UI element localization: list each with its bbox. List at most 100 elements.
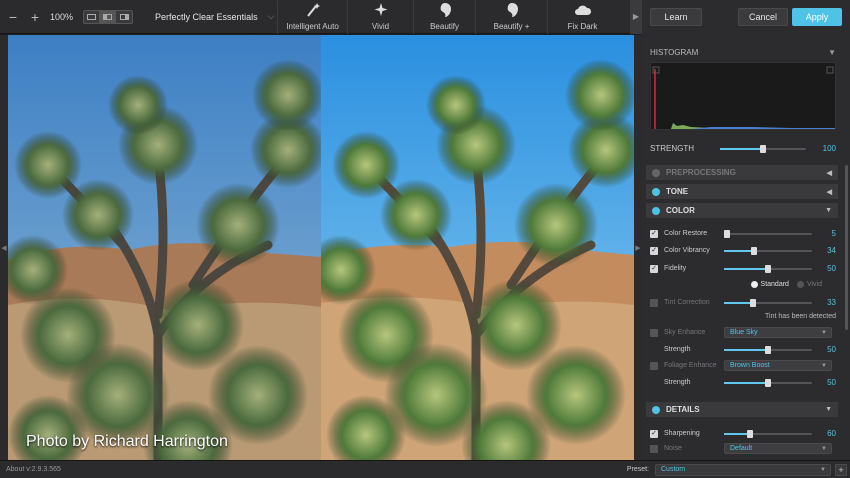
preset-label: Intelligent Auto [286,21,339,31]
foliage-enhance-select[interactable]: Brown Boost ▼ [724,360,832,371]
color-vibrancy-slider[interactable] [724,246,812,255]
preset-label: Fix Dark [567,21,598,31]
noise-checkbox[interactable] [650,444,658,453]
photo-credit: Photo by Richard Harrington [26,433,228,450]
strength-value: 100 [822,144,836,153]
fidelity-checkbox[interactable]: ✓ [650,264,658,273]
expand-icon: ◀ [826,169,832,177]
sharpening-slider[interactable] [724,429,812,438]
strength-slider[interactable] [720,144,806,153]
split-view-button[interactable] [100,10,117,23]
color-vibrancy-checkbox[interactable]: ✓ [650,246,658,255]
left-edge-handle[interactable]: ◀ [0,35,8,460]
foliage-strength-slider[interactable] [724,378,812,387]
collapse-icon: ▼ [825,207,832,214]
sky-enhance-checkbox[interactable] [650,328,658,337]
right-edge-handle[interactable]: ▶ [634,35,642,460]
sky-strength-row: Strength 50 [650,345,836,354]
fidelity-value: 50 [827,264,836,273]
sky-enhance-select[interactable]: Blue Sky ▼ [724,327,832,338]
preset-scroll-right-button[interactable]: ▶ [630,0,642,34]
side-by-side-icon [119,13,129,20]
sky-strength-slider[interactable] [724,345,812,354]
preset-fix-dark[interactable]: Fix Dark [547,0,617,34]
top-toolbar: − + 100% Perfectly Clear Essentials ⌵ In… [0,0,642,34]
foliage-strength-row: Strength 50 [650,378,836,387]
sky-enhance-option: Blue Sky [730,329,758,336]
learn-button[interactable]: Learn [650,8,702,26]
dropdown-icon: ▼ [820,466,826,473]
color-restore-row: ✓ Color Restore 5 [650,229,836,238]
standard-label: Standard [760,281,789,288]
preset-beautify-plus[interactable]: Beautify + [475,0,547,34]
color-vibrancy-row: ✓ Color Vibrancy 34 [650,246,836,255]
view-mode-toggle [83,9,134,24]
panel-scrollbar[interactable] [845,165,848,330]
add-preset-button[interactable]: + [835,463,847,476]
noise-option: Default [730,445,753,452]
vivid-label: Vivid [806,281,822,288]
collapse-icon[interactable]: ▼ [828,48,836,57]
section-title: DETAILS [666,405,700,414]
sky-strength-value: 50 [827,345,836,354]
expand-icon: ◀ [826,188,832,196]
image-preview-area[interactable]: ◀ ▶ Photo by Richard Harrington [0,35,642,460]
vivid-radio[interactable] [796,281,804,288]
color-restore-slider[interactable] [723,229,812,238]
details-toggle[interactable] [652,405,660,414]
color-restore-checkbox[interactable]: ✓ [650,229,658,238]
histogram-header[interactable]: HISTOGRAM ▼ [650,44,836,60]
tint-correction-slider[interactable] [724,298,812,307]
sky-strength-label: Strength [664,346,691,353]
color-vibrancy-value: 34 [827,246,836,255]
tone-toggle[interactable] [652,187,660,196]
apply-button[interactable]: Apply [792,8,842,26]
section-title: PREPROCESSING [666,168,736,177]
about-version[interactable]: About v:2.9.3.565 [6,466,61,473]
sharpening-value: 60 [827,429,836,438]
section-tone[interactable]: TONE ◀ [646,184,838,199]
foliage-enhance-label: Foliage Enhance [664,362,717,369]
preset-label: Preset: [626,466,649,473]
preset-name[interactable]: Perfectly Clear Essentials [155,12,263,22]
preset-intelligent-auto[interactable]: Intelligent Auto [277,0,347,34]
sharpening-label: Sharpening [664,430,700,437]
single-view-icon [87,13,97,20]
sky-enhance-label: Sky Enhance [664,329,706,336]
single-view-button[interactable] [84,10,101,23]
preset-select[interactable]: Custom ▼ [655,463,831,476]
wand-icon [304,1,322,19]
foliage-strength-label: Strength [664,379,691,386]
preset-select-value: Custom [661,466,686,473]
zoom-in-button[interactable]: + [28,9,42,25]
section-details[interactable]: DETAILS ▼ [646,402,838,417]
tint-correction-row: Tint Correction 33 [650,298,836,307]
color-restore-label: Color Restore [664,230,708,237]
zoom-level: 100% [50,11,74,22]
preset-label: Beautify [430,21,459,31]
fidelity-slider[interactable] [724,264,812,273]
status-bar: About v:2.9.3.565 Preset: Custom ▼ + [0,460,850,478]
preset-vivid[interactable]: Vivid [347,0,413,34]
tint-correction-checkbox[interactable] [650,298,658,307]
face-plus-icon [503,1,521,19]
noise-select[interactable]: Default ▼ [724,443,832,454]
histogram-title: HISTOGRAM [650,47,699,57]
standard-radio[interactable] [750,281,758,288]
sparkle-icon [372,1,390,19]
cancel-button[interactable]: Cancel [738,8,788,26]
preset-label: Vivid [371,21,390,31]
zoom-out-button[interactable]: − [6,9,20,25]
strength-label: STRENGTH [650,144,694,153]
sharpening-checkbox[interactable]: ✓ [650,429,658,438]
preprocessing-toggle[interactable] [652,168,660,177]
color-toggle[interactable] [652,206,660,215]
strength-row: STRENGTH 100 [650,144,836,153]
section-color[interactable]: COLOR ▼ [646,203,838,218]
side-by-side-button[interactable] [116,10,133,23]
section-preprocessing[interactable]: PREPROCESSING ◀ [646,165,838,180]
foliage-enhance-checkbox[interactable] [650,361,658,370]
preset-beautify[interactable]: Beautify [413,0,475,34]
histogram-chart [650,62,836,130]
chevron-down-icon[interactable]: ⌵ [265,11,277,23]
